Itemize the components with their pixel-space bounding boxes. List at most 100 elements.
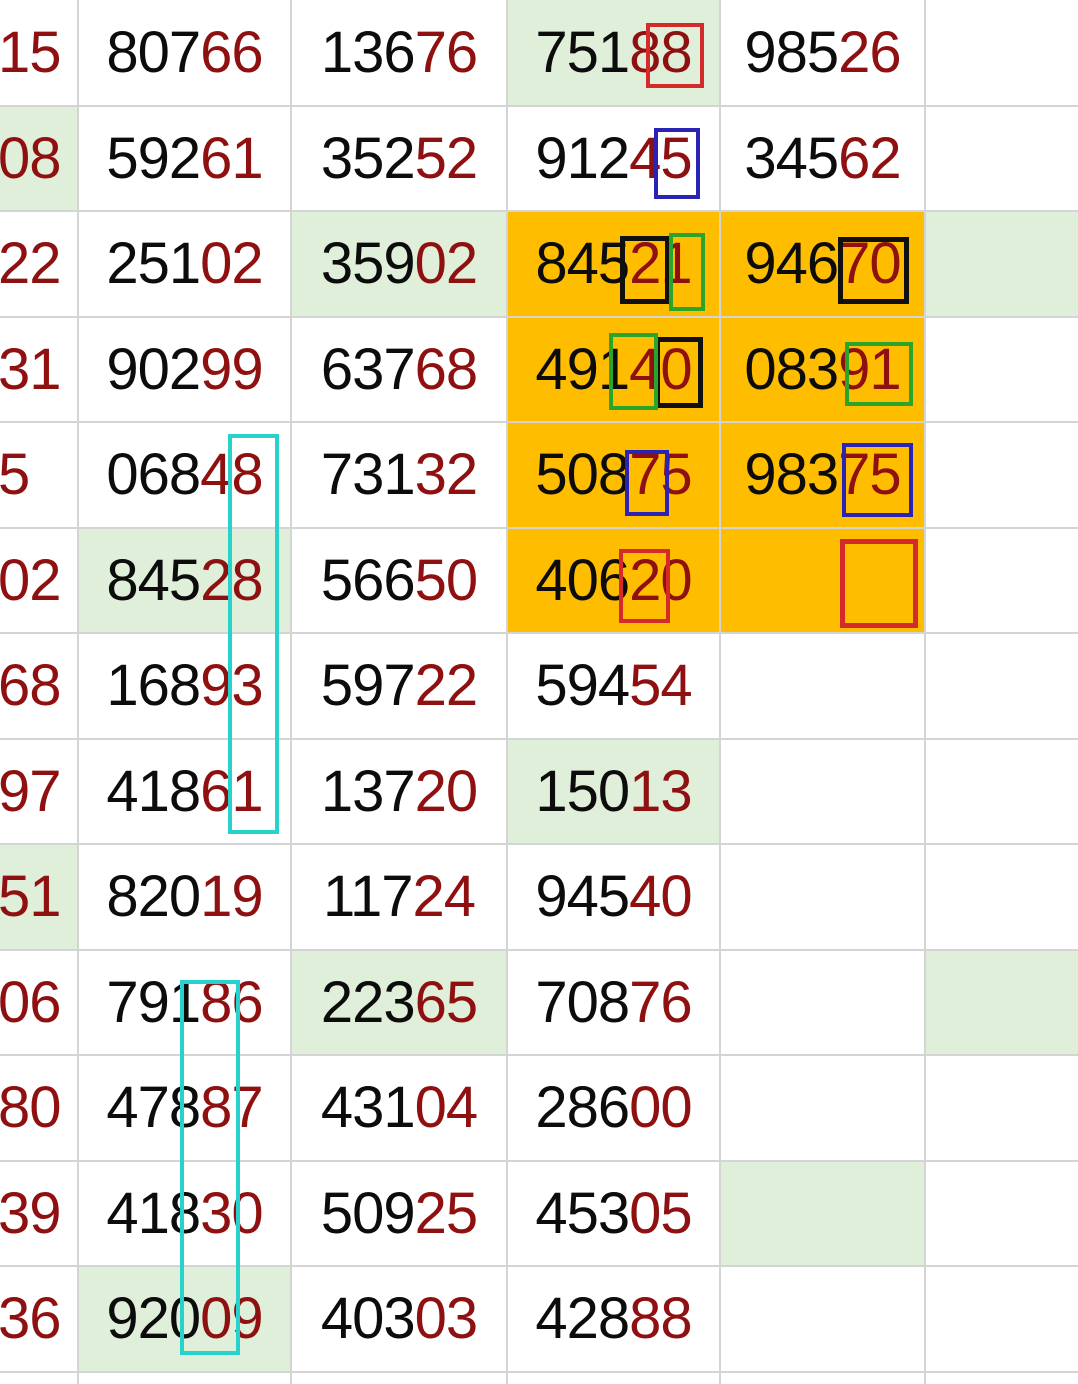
number-cell[interactable]: 708 76	[507, 950, 720, 1056]
partial-cell[interactable]: 02	[0, 528, 78, 634]
cell-leading-digits: 566	[320, 547, 416, 613]
number-cell[interactable]: 594 54	[507, 633, 720, 739]
cell-leading-digits: 807	[106, 20, 201, 86]
cell-trailing-digits: 19	[200, 864, 264, 930]
partial-cell[interactable]: 5	[0, 422, 78, 528]
cell-trailing-digits: 20	[414, 758, 479, 824]
number-cell[interactable]: 403 03	[291, 1266, 507, 1372]
number-cell[interactable]: 359 02	[291, 211, 507, 317]
number-cell[interactable]: 508 75	[507, 422, 720, 528]
cell-trailing-digits: 51	[0, 864, 62, 930]
cell-trailing-digits: 65	[414, 969, 479, 1035]
number-cell[interactable]: 223 65	[291, 950, 507, 1056]
number-cell[interactable]: 117 24	[291, 844, 507, 950]
cell-leading-digits: 983	[744, 442, 839, 508]
cell-trailing-digits: 04	[414, 1075, 479, 1141]
cell-leading-digits: 708	[535, 969, 630, 1035]
green-box-mark	[609, 333, 658, 410]
cell-leading-digits: 223	[320, 969, 416, 1035]
cell-leading-digits: 352	[320, 125, 416, 191]
number-cell[interactable]	[720, 844, 925, 950]
number-cell[interactable]	[720, 633, 925, 739]
cell-leading-digits: 137	[320, 758, 416, 824]
partial-cell[interactable]: 06	[0, 950, 78, 1056]
cell-leading-digits: 150	[535, 758, 630, 824]
cell-leading-digits: 597	[320, 653, 416, 719]
partial-cell[interactable]: 36	[0, 1266, 78, 1372]
cell-leading-digits: 985	[744, 20, 839, 86]
blue-box-mark	[654, 128, 700, 199]
cell-leading-digits: 751	[535, 20, 630, 86]
green-cell-fill	[925, 949, 1078, 1055]
number-cell[interactable]: 731 32	[291, 422, 507, 528]
cell-trailing-digits: 68	[0, 653, 62, 719]
cell-trailing-digits: 80	[0, 1075, 62, 1141]
cell-trailing-digits: 05	[629, 1180, 693, 1246]
cell-leading-digits: 168	[106, 653, 201, 719]
number-cell[interactable]	[720, 1266, 925, 1372]
number-cell[interactable]: 592 61	[78, 106, 291, 212]
number-cell[interactable]	[720, 739, 925, 845]
number-cell[interactable]: 820 19	[78, 844, 291, 950]
cell-leading-digits: 945	[535, 864, 630, 930]
number-cell[interactable]: 453 05	[507, 1161, 720, 1267]
partial-cell[interactable]: 68	[0, 633, 78, 739]
black-box-mark	[620, 236, 670, 304]
number-cell[interactable]: 352 52	[291, 106, 507, 212]
cell-leading-digits: 359	[320, 231, 416, 297]
cell-leading-digits: 136	[320, 20, 416, 86]
partial-cell[interactable]: 39	[0, 1161, 78, 1267]
number-cell[interactable]: 902 99	[78, 317, 291, 423]
number-cell[interactable]	[720, 950, 925, 1056]
number-cell[interactable]	[720, 1161, 925, 1267]
cell-trailing-digits: 13	[629, 758, 693, 824]
number-cell[interactable]: 597 22	[291, 633, 507, 739]
number-cell[interactable]: 509 25	[291, 1161, 507, 1267]
number-cell[interactable]	[720, 1055, 925, 1161]
number-cell[interactable]: 286 00	[507, 1055, 720, 1161]
number-cell[interactable]: 137 20	[291, 739, 507, 845]
spreadsheet-grid[interactable]: 15 08 22 31 5 02 68 97 51 06 80 39 36 807 66 136 76 751 88…	[0, 0, 1078, 1384]
cell-trailing-digits: 54	[629, 653, 693, 719]
cell-trailing-digits: 76	[629, 969, 693, 1035]
partial-cell[interactable]: 22	[0, 211, 78, 317]
cell-leading-digits: 083	[744, 336, 839, 402]
cell-leading-digits: 345	[744, 125, 839, 191]
number-cell[interactable]: 566 50	[291, 528, 507, 634]
cell-trailing-digits: 26	[838, 20, 902, 86]
cell-trailing-digits: 24	[412, 864, 476, 930]
number-cell[interactable]: 945 40	[507, 844, 720, 950]
number-cell[interactable]: 406 20	[507, 528, 720, 634]
cell-leading-digits: 912	[535, 125, 630, 191]
number-cell[interactable]: 985 26	[720, 0, 925, 106]
partial-cell[interactable]: 08	[0, 106, 78, 212]
partial-cell[interactable]: 31	[0, 317, 78, 423]
cell-trailing-digits: 50	[414, 547, 479, 613]
cell-leading-digits: 508	[535, 442, 630, 508]
number-cell[interactable]: 431 04	[291, 1055, 507, 1161]
number-cell[interactable]: 637 68	[291, 317, 507, 423]
number-cell[interactable]: 150 13	[507, 739, 720, 845]
cell-trailing-digits: 5	[0, 442, 30, 508]
number-cell[interactable]: 251 02	[78, 211, 291, 317]
partial-cell[interactable]: 51	[0, 844, 78, 950]
red-box-mark	[840, 539, 918, 628]
black-box-mark	[838, 237, 909, 304]
cell-trailing-digits: 02	[200, 231, 264, 297]
number-cell[interactable]: 428 88	[507, 1266, 720, 1372]
number-cell[interactable]: 136 76	[291, 0, 507, 106]
partial-cell[interactable]: 80	[0, 1055, 78, 1161]
partial-cell[interactable]: 15	[0, 0, 78, 106]
number-cell[interactable]: 807 66	[78, 0, 291, 106]
cell-trailing-digits: 31	[0, 336, 62, 402]
blue-box-mark	[842, 443, 913, 517]
cell-leading-digits: 845	[535, 231, 630, 297]
cell-leading-digits: 068	[106, 442, 201, 508]
cell-trailing-digits: 02	[414, 231, 479, 297]
black-box-mark	[655, 337, 703, 408]
cyan-column-mark	[228, 434, 279, 834]
cell-leading-digits: 403	[320, 1286, 416, 1352]
partial-cell[interactable]: 97	[0, 739, 78, 845]
cell-leading-digits: 594	[535, 653, 630, 719]
number-cell[interactable]: 345 62	[720, 106, 925, 212]
